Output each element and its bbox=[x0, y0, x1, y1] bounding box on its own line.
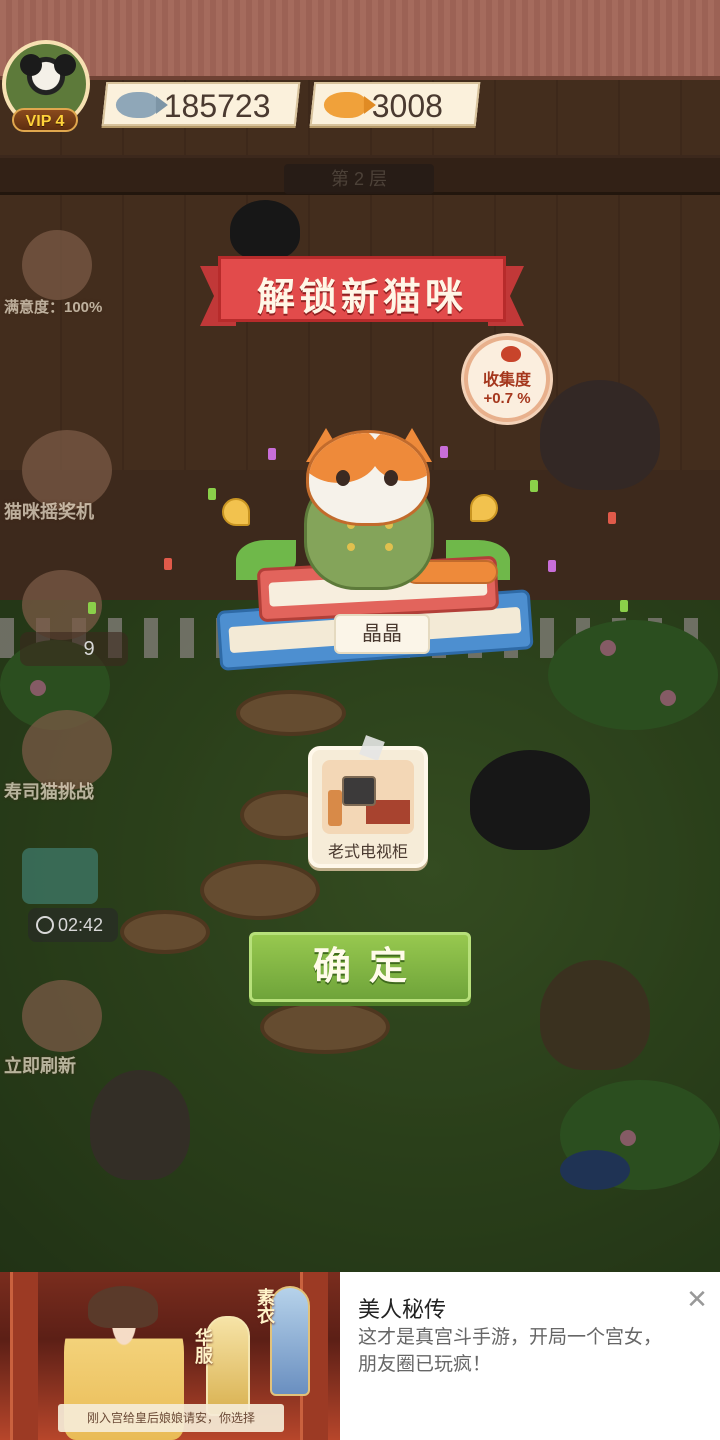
palace-pillar bbox=[10, 1272, 38, 1440]
clock-icon bbox=[36, 916, 54, 934]
cat-eye bbox=[336, 470, 350, 486]
panda-ear bbox=[54, 54, 76, 76]
timer-value: 02:42 bbox=[58, 915, 104, 935]
refresh-now-label[interactable]: 立即刷新 bbox=[4, 1052, 76, 1078]
panda-ear bbox=[20, 54, 42, 76]
ad-banner[interactable]: 华服 素衣 刚入宫给皇后娘娘请安，你选择 美人秘传 这才是真宫斗手游，开局一个宫… bbox=[0, 1272, 720, 1440]
plant-icon bbox=[328, 790, 342, 826]
satisfaction-label: 满意度：100% bbox=[4, 299, 103, 316]
unlock-title-ribbon: 解锁新猫咪 bbox=[200, 250, 524, 330]
cat-name-label: 晶晶 bbox=[334, 614, 430, 654]
top-bar bbox=[0, 0, 720, 80]
confetti bbox=[548, 560, 556, 572]
ad-tag-left: 华服 bbox=[193, 1328, 213, 1364]
confetti bbox=[164, 558, 172, 570]
gold-bow-icon bbox=[470, 494, 498, 522]
fur-patch bbox=[371, 433, 427, 481]
sushi-challenge-label[interactable]: 寿司猫挑战 bbox=[4, 778, 94, 804]
confetti bbox=[608, 512, 616, 524]
video-timer: 02:42 bbox=[28, 908, 118, 942]
vip-badge[interactable]: VIP 4 bbox=[12, 108, 78, 132]
hourglass-icon[interactable] bbox=[22, 980, 102, 1052]
ad-character-hair bbox=[88, 1286, 158, 1328]
ad-tag-right: 素衣 bbox=[255, 1288, 275, 1324]
collection-badge: 收集度 +0.7 % bbox=[464, 336, 550, 422]
tv-video-icon[interactable] bbox=[22, 848, 98, 904]
cat-eye bbox=[384, 470, 398, 486]
fish-amount: 185723 bbox=[163, 88, 271, 124]
slot-machine-label[interactable]: 猫咪摇奖机 bbox=[4, 498, 94, 524]
tv-icon bbox=[342, 776, 376, 806]
popup-title: 解锁新猫咪 bbox=[256, 277, 467, 319]
confetti bbox=[88, 602, 96, 614]
confetti bbox=[530, 480, 538, 492]
reward-item-card[interactable]: 老式电视柜 bbox=[308, 735, 428, 868]
goldfish-icon bbox=[323, 92, 366, 118]
ad-image[interactable]: 华服 素衣 刚入宫给皇后娘娘请安，你选择 bbox=[0, 1272, 340, 1440]
confetti bbox=[440, 446, 448, 458]
gold-bow-icon bbox=[222, 498, 250, 526]
ad-title[interactable]: 美人秘传 bbox=[358, 1292, 446, 1324]
confetti bbox=[208, 488, 216, 500]
ad-caption: 刚入宫给皇后娘娘请安，你选择 bbox=[58, 1404, 284, 1432]
fish-count-value: 9 bbox=[83, 638, 95, 660]
confetti bbox=[620, 600, 628, 612]
paw-icon bbox=[501, 346, 521, 362]
fish-count: 9 bbox=[20, 632, 128, 666]
tv-cabinet-thumbnail bbox=[322, 760, 414, 834]
coat-button bbox=[347, 543, 355, 551]
satisfaction-cat-icon[interactable] bbox=[22, 230, 92, 300]
close-icon[interactable]: ✕ bbox=[684, 1286, 710, 1312]
fish-icon bbox=[115, 92, 158, 118]
reward-item-name: 老式电视柜 bbox=[327, 844, 408, 861]
confirm-button[interactable]: 确定 bbox=[249, 932, 471, 1002]
confetti bbox=[268, 448, 276, 460]
fish-currency[interactable]: 185723 bbox=[101, 82, 301, 126]
ad-description[interactable]: 这才是真宫斗手游，开局一个宫女，朋友圈已玩疯！ bbox=[358, 1324, 668, 1378]
goldfish-amount: 3008 bbox=[371, 88, 443, 124]
goldfish-currency[interactable]: 3008 bbox=[309, 82, 481, 126]
new-cat-head bbox=[306, 430, 430, 526]
collection-value: +0.7 % bbox=[483, 390, 531, 407]
coat-button bbox=[385, 543, 393, 551]
collection-label: 收集度 bbox=[482, 372, 531, 389]
